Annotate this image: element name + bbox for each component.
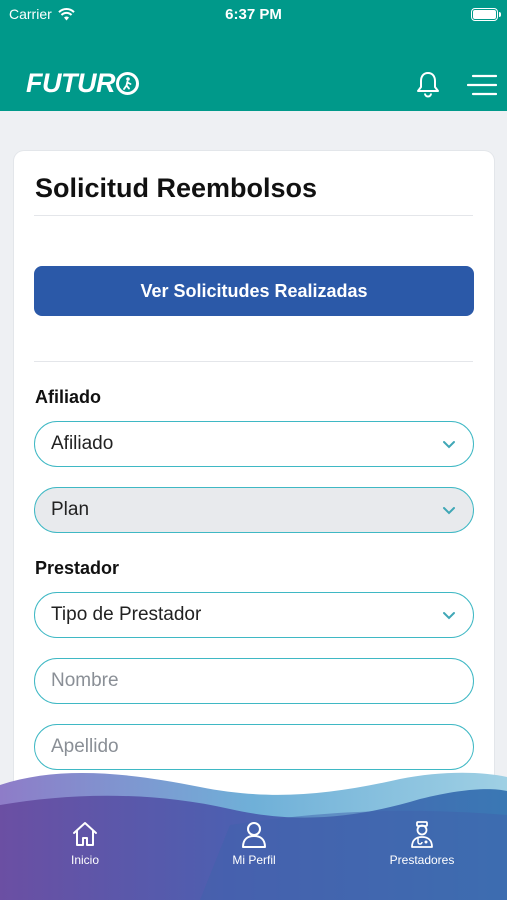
tipo-prestador-select[interactable]: Tipo de Prestador [34,592,474,638]
view-requests-button[interactable]: Ver Solicitudes Realizadas [34,266,474,316]
apellido-placeholder: Apellido [51,736,119,757]
futuro-logo[interactable]: FUTUR [26,68,139,99]
doctor-icon [411,821,433,848]
plan-select-value: Plan [51,499,90,520]
nav-mi-perfil-label: Mi Perfil [232,853,276,867]
hamburger-menu-icon[interactable] [467,74,497,96]
battery-icon [471,8,501,21]
nav-inicio[interactable]: Inicio [30,820,140,867]
chevron-down-icon [443,612,455,620]
tipo-prestador-value: Tipo de Prestador [51,604,202,625]
nombre-input[interactable]: Nombre [34,658,474,704]
bell-icon[interactable] [415,70,441,98]
logo-text: FUTUR [26,68,115,98]
nav-inicio-label: Inicio [70,853,99,867]
nav-mi-perfil[interactable]: Mi Perfil [199,820,309,867]
clock: 6:37 PM [225,6,282,23]
plan-select[interactable]: Plan [34,487,474,533]
app-header: FUTUR [0,30,507,111]
chevron-down-icon [443,507,455,515]
user-icon [242,822,266,848]
home-icon [73,822,97,846]
status-bar: Carrier 6:37 PM [0,0,507,30]
chevron-down-icon [443,441,455,449]
reimbursement-card: Solicitud Reembolsos Ver Solicitudes Rea… [14,151,494,831]
prestador-section-label: Prestador [35,558,120,578]
afiliado-section-label: Afiliado [35,387,101,407]
nav-prestadores-label: Prestadores [389,853,455,867]
title-divider [34,215,473,216]
afiliado-select[interactable]: Afiliado [34,421,474,467]
nombre-placeholder: Nombre [51,670,119,691]
section-divider [34,361,473,362]
page-title: Solicitud Reembolsos [35,173,318,203]
logo-figure-icon [115,72,139,95]
afiliado-select-value: Afiliado [51,433,114,454]
nav-prestadores[interactable]: Prestadores [367,820,477,867]
apellido-input[interactable]: Apellido [34,724,474,770]
